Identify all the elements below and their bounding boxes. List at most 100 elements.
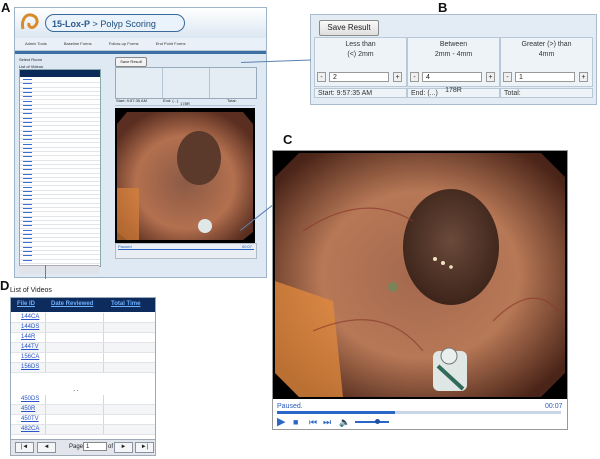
col-header-line2: 2mm - 4mm <box>434 51 473 58</box>
colon-logo-icon <box>21 13 39 30</box>
banner-separator: > <box>92 19 98 29</box>
col-header-line1: Between <box>439 41 468 48</box>
increment-button[interactable]: + <box>579 72 588 82</box>
prev-page-button[interactable]: ◄ <box>37 442 56 453</box>
scrub-bar[interactable] <box>277 411 561 414</box>
playback-time: 00:07 <box>545 403 563 410</box>
table-row: 144CA <box>11 313 155 323</box>
table-row: 450DS <box>11 395 155 405</box>
app-header: 15-Lox-P > Polyp Scoring <box>15 8 266 38</box>
header-divider <box>15 51 266 54</box>
select-value: Room <box>31 57 42 62</box>
panel-a-screenshot: 15-Lox-P > Polyp Scoring Admin Tools Bas… <box>14 7 267 278</box>
panel-label-b: B <box>438 0 448 15</box>
col-between-2-4mm: Between 2mm - 4mm - 4 + <box>407 37 500 87</box>
video-list-title: List of Videos <box>10 287 52 294</box>
table-row: 144R <box>11 333 155 343</box>
table-row: 156CA <box>11 353 155 363</box>
increment-button[interactable]: + <box>393 72 402 82</box>
skip-back-icon[interactable]: ⏮ <box>309 416 317 428</box>
col-header: Greater (>) than 4mm <box>501 40 592 60</box>
col-header: Between 2mm - 4mm <box>408 40 499 60</box>
mini-list-row[interactable] <box>20 259 100 264</box>
volume-knob[interactable] <box>375 419 380 424</box>
save-result-button-mini[interactable]: Save Result <box>115 57 147 67</box>
video-controls-mini: Paused 00:07 <box>115 243 257 259</box>
first-page-button[interactable]: |◄ <box>15 442 34 453</box>
table-row: 156DS <box>11 363 155 373</box>
menu-follow-up-forms[interactable]: Follow-up Forms <box>109 41 139 46</box>
play-icon[interactable]: ▶ <box>277 416 285 428</box>
endoscopy-video-mini <box>115 108 255 243</box>
volume-slider[interactable] <box>355 421 389 423</box>
next-page-button[interactable]: ► <box>114 442 133 453</box>
video-list-table: File ID Date Reviewed Total Time 144CA 1… <box>10 297 156 440</box>
header-file-id[interactable]: File ID <box>17 301 35 307</box>
menu-baseline-forms[interactable]: Baseline Forms <box>64 41 92 46</box>
col-less-than-2mm: Less than (<) 2mm - 2 + <box>314 37 407 87</box>
page-select[interactable]: 1 <box>83 442 107 451</box>
last-page-button[interactable]: ►| <box>135 442 154 453</box>
file-id-link[interactable]: 144TV <box>21 344 39 350</box>
panel-c-video-player: Paused. 00:07 ▶ ■ ⏮ ⏭ 🔈 <box>272 150 568 430</box>
file-id-link[interactable]: 156DS <box>21 364 39 370</box>
table-row: 482CA <box>11 425 155 435</box>
table-row: 450R <box>11 405 155 415</box>
table-row: 450TV <box>11 415 155 425</box>
video-list-pager-mini <box>19 265 99 274</box>
app-title: 15-Lox-P <box>52 19 91 29</box>
col-greater-than-4mm: Greater (>) than 4mm - 1 + <box>500 37 593 87</box>
count-input[interactable]: 4 <box>422 72 482 82</box>
file-id-link[interactable]: 450R <box>21 406 35 412</box>
scrub-progress <box>277 411 395 414</box>
endoscopy-video[interactable] <box>273 151 567 399</box>
file-id-link[interactable]: 144CA <box>21 314 39 320</box>
pagination-bar: |◄ ◄ Page 1 of 3 ► ►| <box>10 439 156 456</box>
app-banner: 15-Lox-P > Polyp Scoring <box>45 14 185 32</box>
polyp-count-table-mini <box>115 67 257 99</box>
ellipsis: .. <box>73 384 80 393</box>
paused-status: Paused. <box>277 403 303 410</box>
file-id-link[interactable]: 156CA <box>21 354 39 360</box>
file-id-link[interactable]: 482CA <box>21 426 39 432</box>
menu-admin-tools[interactable]: Admin Tools <box>25 41 47 46</box>
page-label: Page <box>69 444 84 450</box>
file-id-link[interactable]: 144R <box>21 334 35 340</box>
count-input[interactable]: 2 <box>329 72 389 82</box>
menu-end-point-forms[interactable]: End Point Forms <box>156 41 186 46</box>
file-id-link[interactable]: 144DS <box>21 324 39 330</box>
room-select[interactable]: Select Room <box>19 57 42 62</box>
select-label: Select <box>19 57 31 62</box>
video-list-mini <box>19 69 101 267</box>
connector-a-d <box>45 265 46 279</box>
col-header-line2: (<) 2mm <box>347 51 374 58</box>
header-total-time[interactable]: Total Time <box>111 301 140 307</box>
video-code-mini: 178R <box>180 101 190 106</box>
banner-subtitle: Polyp Scoring <box>100 19 156 29</box>
panel-label-a: A <box>1 0 11 15</box>
stop-icon[interactable]: ■ <box>293 416 298 428</box>
file-id-link[interactable]: 450DS <box>21 396 39 402</box>
scrub-bar-mini[interactable] <box>118 249 254 250</box>
file-id-link[interactable]: 450TV <box>21 416 39 422</box>
video-code: 178R <box>445 87 462 94</box>
header-date-reviewed[interactable]: Date Reviewed <box>51 301 93 307</box>
table-header: File ID Date Reviewed Total Time <box>11 298 155 312</box>
panel-label-c: C <box>283 132 293 147</box>
col-header: Less than (<) 2mm <box>315 40 406 60</box>
col-header-line2: 4mm <box>538 51 555 58</box>
decrement-button[interactable]: - <box>317 72 326 82</box>
col-header-line1: Less than <box>345 41 376 48</box>
player-controls: ▶ ■ ⏮ ⏭ 🔈 <box>277 416 561 428</box>
table-row: 144TV <box>11 343 155 353</box>
increment-button[interactable]: + <box>486 72 495 82</box>
volume-icon[interactable]: 🔈 <box>339 416 350 428</box>
save-result-button[interactable]: Save Result <box>319 20 379 36</box>
panel-label-d: D <box>0 278 10 293</box>
count-input[interactable]: 1 <box>515 72 575 82</box>
panel-d-video-list: List of Videos File ID Date Reviewed Tot… <box>10 287 156 456</box>
decrement-button[interactable]: - <box>503 72 512 82</box>
video-list-header <box>20 70 100 77</box>
skip-forward-icon[interactable]: ⏭ <box>323 416 331 428</box>
decrement-button[interactable]: - <box>410 72 419 82</box>
